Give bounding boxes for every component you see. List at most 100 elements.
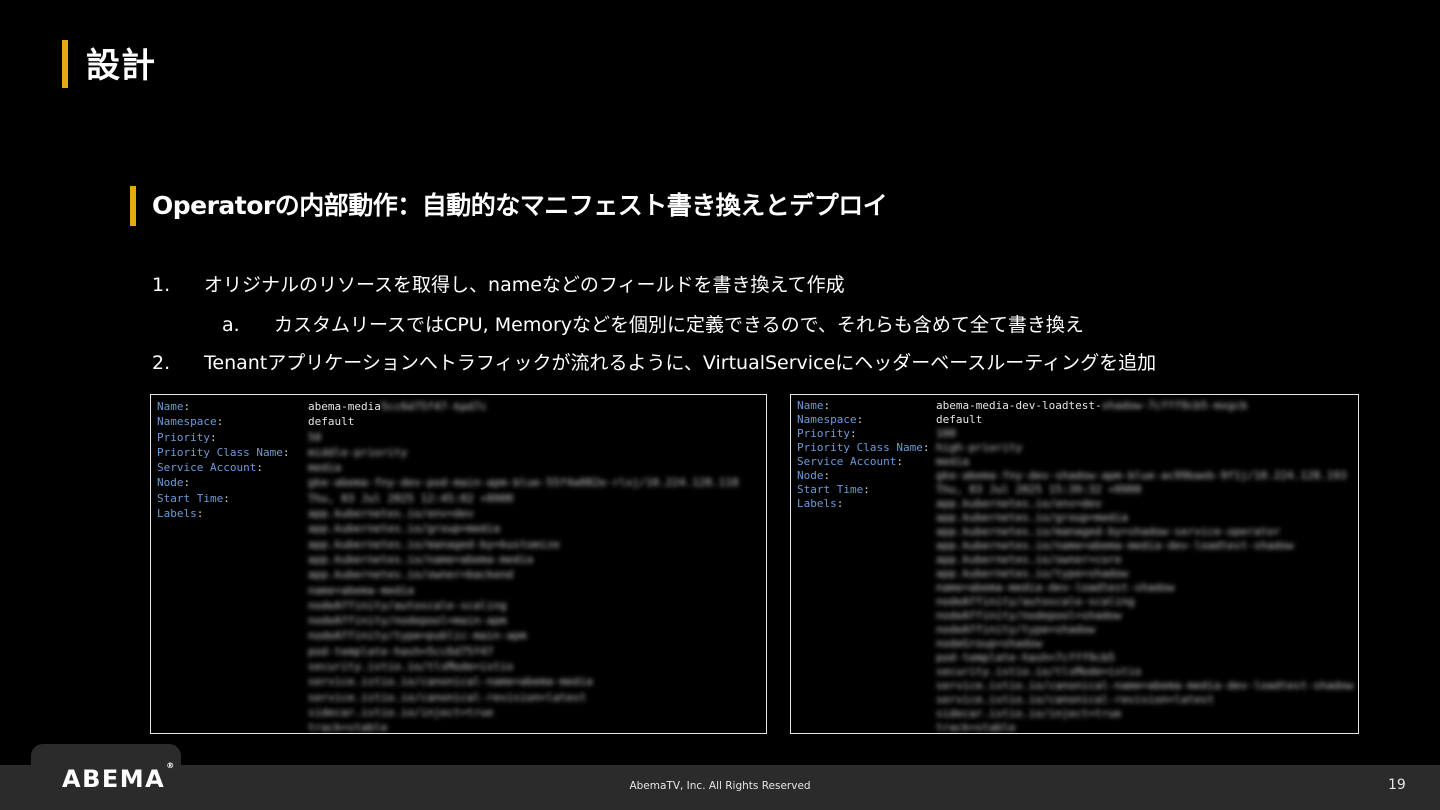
list-item-number: 2. — [152, 352, 171, 374]
terminal-shadow-pod: Name: Namespace: Priority: Priority Class N… — [790, 394, 1359, 734]
terminal-row: app.kubernetes.io/name=abema-media — [308, 552, 738, 567]
terminal-key-row: Namespace: — [797, 413, 929, 427]
terminal-row: nodeAffinity/type=public-main-apm — [308, 628, 738, 643]
terminal-row: app.kubernetes.io/managed-by=kustomize — [308, 537, 738, 552]
terminal-row: track=stable — [308, 720, 738, 734]
terminal-key-colon: : — [823, 469, 831, 482]
terminal-row: app.kubernetes.io/group=media — [308, 521, 738, 536]
pod-name: abema-media — [308, 400, 381, 413]
terminal-blurred-value: nodeGroup=shadow — [936, 637, 1042, 650]
terminal-blurred-value: app.kubernetes.io/owner=backend — [308, 568, 514, 582]
terminal-key-colon: : — [823, 399, 831, 412]
terminal-key: Node — [157, 476, 184, 490]
terminal-key-row: Node: — [157, 475, 289, 490]
terminal-row: app.kubernetes.io/env=dev — [936, 497, 1353, 511]
terminal-key-row: Priority: — [797, 427, 929, 441]
terminal-row: media — [936, 455, 1353, 469]
terminal-key-colon: : — [836, 497, 844, 510]
subtitle-accent-bar — [130, 186, 136, 226]
pod-name: abema-media-dev-loadtest- — [936, 399, 1102, 412]
terminal-key: Labels — [157, 507, 197, 521]
terminal-key-colon: : — [196, 507, 204, 521]
terminal-keys: Name: Namespace: Priority: Priority Class N… — [797, 399, 929, 511]
list-item-number: 1. — [152, 274, 171, 296]
page-number: 19 — [1388, 777, 1406, 793]
registered-mark: ® — [166, 761, 176, 770]
terminal-blurred-value: high-priority — [936, 441, 1023, 454]
terminal-key-row: Start Time: — [157, 491, 289, 506]
terminal-row: name=abema-media-dev-loadtest-shadow — [936, 581, 1353, 595]
terminal-blurred-value: track=stable — [936, 721, 1016, 734]
terminal-blurred-value: nodeAffinity/nodepool=main-apm — [308, 614, 507, 628]
terminal-row: abema-media-dev-loadtest-shadow-7cfff9cb… — [936, 399, 1353, 413]
terminal-key-row: Name: — [157, 399, 289, 414]
terminal-key: Service Account — [797, 455, 897, 468]
terminal-blurred-value: name=abema-media-dev-loadtest-shadow — [936, 581, 1175, 594]
terminal-blurred-value: gke-abema-fny-dev-pod-main-apm-blue-55f4… — [308, 476, 739, 490]
terminal-key: Start Time — [797, 483, 864, 496]
list-item-text: Tenantアプリケーションへトラフィックが流れるように、VirtualServ… — [204, 352, 1157, 374]
terminal-key-row: Namespace: — [157, 414, 289, 429]
terminal-blurred-value: nodeAffinity/autoscale-scaling — [936, 595, 1135, 608]
page-title: 設計 — [86, 46, 156, 86]
terminal-key-colon: : — [183, 400, 191, 413]
terminal-key-colon: : — [216, 415, 224, 429]
terminal-key: Name — [797, 399, 824, 412]
terminal-row: middle-priority — [308, 445, 738, 460]
terminal-row: app.kubernetes.io/group=media — [936, 511, 1353, 525]
terminal-row: service.istio.io/canonical-name=abema-me… — [308, 674, 738, 689]
terminal-row: app.kubernetes.io/type=shadow — [936, 567, 1353, 581]
terminal-row: media — [308, 460, 738, 475]
copyright-text: AbemaTV, Inc. All Rights Reserved — [629, 780, 811, 792]
terminal-key-row: Priority Class Name: — [157, 445, 289, 460]
terminal-key-row: Labels: — [157, 506, 289, 521]
terminal-key: Service Account — [157, 461, 257, 475]
terminal-row: service.istio.io/canonical-revision=late… — [308, 690, 738, 705]
terminal-key-row: Node: — [797, 469, 929, 483]
terminal-key-row: Service Account: — [797, 455, 929, 469]
terminal-key: Name — [157, 400, 184, 413]
terminal-row: gke-abema-fny-dev-pod-main-apm-blue-55f4… — [308, 475, 738, 490]
terminal-blurred-value: middle-priority — [308, 445, 408, 459]
terminal-blurred-value: track=stable — [308, 721, 388, 734]
terminal-blurred-value: nodeAffinity/nodepool=shadow — [936, 609, 1122, 622]
terminal-blurred-value: app.kubernetes.io/group=media — [308, 522, 501, 536]
terminal-key-colon: : — [922, 441, 930, 454]
terminal-key-row: Priority Class Name: — [797, 441, 929, 455]
terminal-row: high-priority — [936, 441, 1353, 455]
list-item-text: オリジナルのリソースを取得し、nameなどのフィールドを書き換えて作成 — [204, 274, 845, 296]
terminal-row: nodeAffinity/nodepool=shadow — [936, 609, 1353, 623]
section-subtitle: Operatorの内部動作：自動的なマニフェスト書き換えとデプロイ — [152, 191, 888, 220]
terminal-row: gke-abema-fny-dev-shadow-apm-blue-ac99ba… — [936, 469, 1353, 483]
terminal-blurred-value: sidecar.istio.io/inject=true — [308, 705, 494, 719]
pod-namespace: default — [936, 413, 983, 426]
terminal-blurred-value: app.kubernetes.io/managed-by=kustomize — [308, 537, 560, 551]
terminal-blurred-value: app.kubernetes.io/type=shadow — [936, 567, 1129, 580]
terminal-row: app.kubernetes.io/owner=core — [936, 553, 1353, 567]
terminal-row: nodeAffinity/autoscale-scaling — [936, 595, 1353, 609]
terminal-key: Start Time — [157, 491, 224, 505]
terminal-blurred-value: app.kubernetes.io/group=media — [936, 511, 1129, 524]
terminal-blurred-value: app.kubernetes.io/env=dev — [936, 497, 1102, 510]
pod-name-blurred: shadow-7cfff9cb5-mxgcb — [1101, 399, 1248, 412]
terminal-key-colon: : — [183, 476, 191, 490]
terminal-row: Thu, 03 Jul 2025 15:39:32 +0900 — [936, 483, 1353, 497]
terminal-blurred-value: pod-template-hash=7cfff9cb5 — [936, 651, 1115, 664]
terminal-blurred-value: pod-template-hash=5cc6d75f47 — [308, 644, 494, 658]
terminal-blurred-value: service.istio.io/canonical-name=abema-me… — [936, 679, 1354, 692]
terminal-row: app.kubernetes.io/managed-by=shadow-serv… — [936, 525, 1353, 539]
terminal-row: pod-template-hash=5cc6d75f47 — [308, 644, 738, 659]
terminal-keys: Name: Namespace: Priority: Priority Class N… — [157, 399, 289, 521]
terminal-key-row: Labels: — [797, 497, 929, 511]
terminal-blurred-value: service.istio.io/canonical-revision=late… — [308, 690, 587, 704]
terminal-key: Priority — [157, 430, 210, 444]
terminal-key-row: Service Account: — [157, 460, 289, 475]
terminal-blurred-value: security.istio.io/tlsMode=istio — [308, 660, 514, 674]
terminal-row: nodeAffinity/type=shadow — [936, 623, 1353, 637]
terminal-row: 50 — [308, 430, 738, 445]
terminal-blurred-value: nodeAffinity/type=public-main-apm — [308, 629, 527, 643]
terminal-key-colon: : — [282, 445, 290, 459]
terminal-key: Priority Class Name — [157, 445, 283, 459]
title-accent-bar — [62, 40, 68, 88]
terminal-key: Node — [797, 469, 824, 482]
